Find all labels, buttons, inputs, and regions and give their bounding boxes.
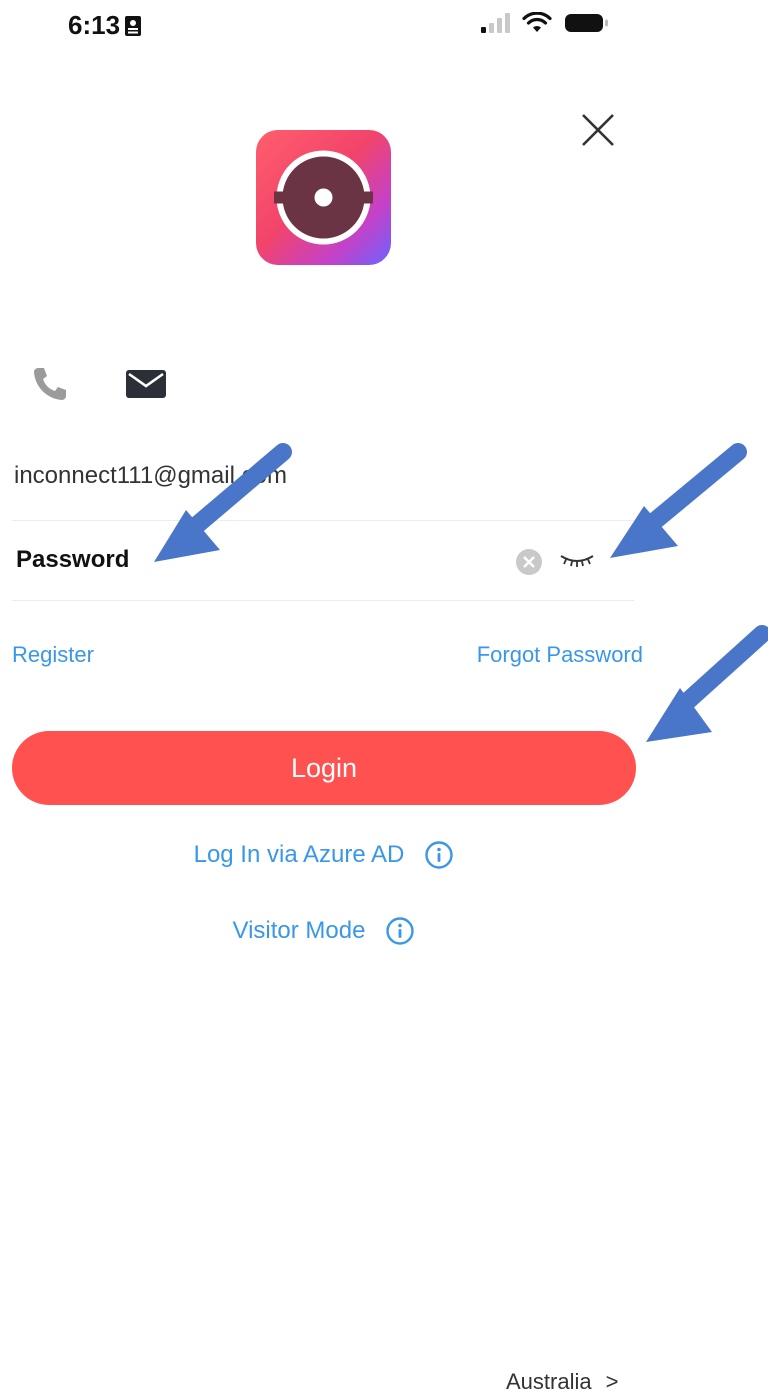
azure-ad-login: Log In via Azure AD (0, 840, 648, 870)
email-field[interactable]: inconnect111@gmail.com (12, 446, 634, 521)
clear-icon[interactable] (515, 548, 543, 576)
login-button-label: Login (290, 752, 358, 783)
status-time-text: 6:13 (68, 10, 121, 40)
region-selector[interactable]: Australia > (506, 1369, 618, 1394)
password-field[interactable]: Password (12, 522, 634, 601)
app-logo-mark (274, 150, 373, 245)
annotation-arrow-login (646, 625, 768, 742)
close-icon (582, 114, 614, 146)
register-link[interactable]: Register (12, 642, 94, 668)
chevron-right-icon: > (605, 1369, 619, 1394)
phone-icon[interactable] (30, 364, 70, 404)
mail-icon[interactable] (124, 366, 168, 402)
login-screen: 6:13 inconnect111@gmail.com Password Reg… (0, 0, 768, 1394)
azure-ad-link[interactable]: Log In via Azure AD (194, 841, 405, 869)
login-method-switcher (30, 364, 168, 404)
id-card-icon (125, 15, 142, 36)
app-logo (256, 130, 391, 265)
status-time: 6:13 (68, 10, 142, 41)
close-button[interactable] (578, 110, 618, 150)
cellular-signal-icon (481, 13, 510, 33)
battery-icon (565, 14, 608, 32)
visitor-mode: Visitor Mode (0, 916, 648, 946)
info-icon[interactable] (385, 916, 415, 946)
visitor-mode-link[interactable]: Visitor Mode (233, 917, 366, 945)
wifi-icon (522, 12, 552, 32)
login-button[interactable]: Login (12, 731, 636, 805)
email-field-value: inconnect111@gmail.com (14, 462, 287, 489)
info-icon[interactable] (424, 840, 454, 870)
status-indicators (480, 12, 610, 34)
eye-closed-icon[interactable] (558, 550, 596, 570)
region-label: Australia (506, 1369, 592, 1394)
forgot-password-link[interactable]: Forgot Password (477, 642, 643, 668)
password-placeholder: Password (16, 546, 130, 573)
